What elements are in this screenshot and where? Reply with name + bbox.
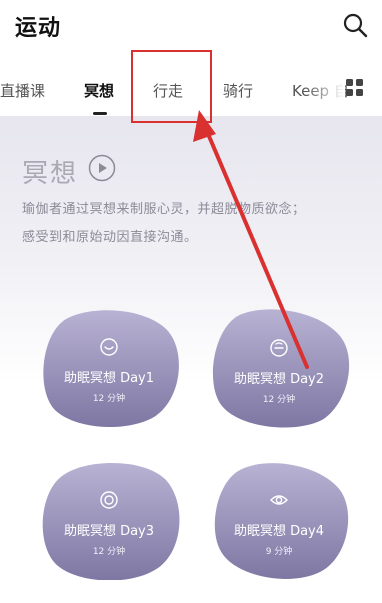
card-title: 助眠冥想 Day4 [233,524,325,539]
annotation-highlight-box [131,50,212,123]
meditation-card-day2[interactable]: 助眠冥想 Day2 12 分钟 [206,308,352,428]
grid-menu-icon[interactable] [346,79,364,97]
hero-description-line-2: 感受到和原始动因直接沟通。 [22,230,198,245]
card-duration: 12 分钟 [262,395,296,405]
meditation-card-day4[interactable]: 助眠冥想 Day4 9 分钟 [206,460,352,580]
tab-cycling[interactable]: 骑行 [223,80,253,101]
hero-description-line-1: 瑜伽者通过冥想来制服心灵，并超脱物质欲念； [22,202,306,217]
active-tab-indicator [93,112,107,115]
neutral-face-icon [270,339,288,357]
smile-face-icon [100,338,118,356]
play-icon[interactable] [88,154,116,182]
card-duration: 12 分钟 [92,547,126,557]
tab-fade [305,70,345,104]
tab-live[interactable]: 直播课 [0,80,45,101]
search-icon[interactable] [340,10,370,40]
page-title: 运动 [15,16,62,41]
card-title: 助眠冥想 Day1 [63,371,155,386]
hero-title: 冥想 [22,159,79,189]
card-duration: 9 分钟 [265,547,293,557]
meditation-card-day1[interactable]: 助眠冥想 Day1 12 分钟 [36,307,182,427]
card-title: 助眠冥想 Day3 [63,524,155,539]
card-duration: 12 分钟 [92,394,126,404]
tab-meditation[interactable]: 冥想 [84,80,114,101]
meditation-card-day3[interactable]: 助眠冥想 Day3 12 分钟 [36,460,182,580]
concentric-circle-icon [100,491,118,509]
card-title: 助眠冥想 Day2 [233,372,325,387]
eye-icon [270,495,288,505]
